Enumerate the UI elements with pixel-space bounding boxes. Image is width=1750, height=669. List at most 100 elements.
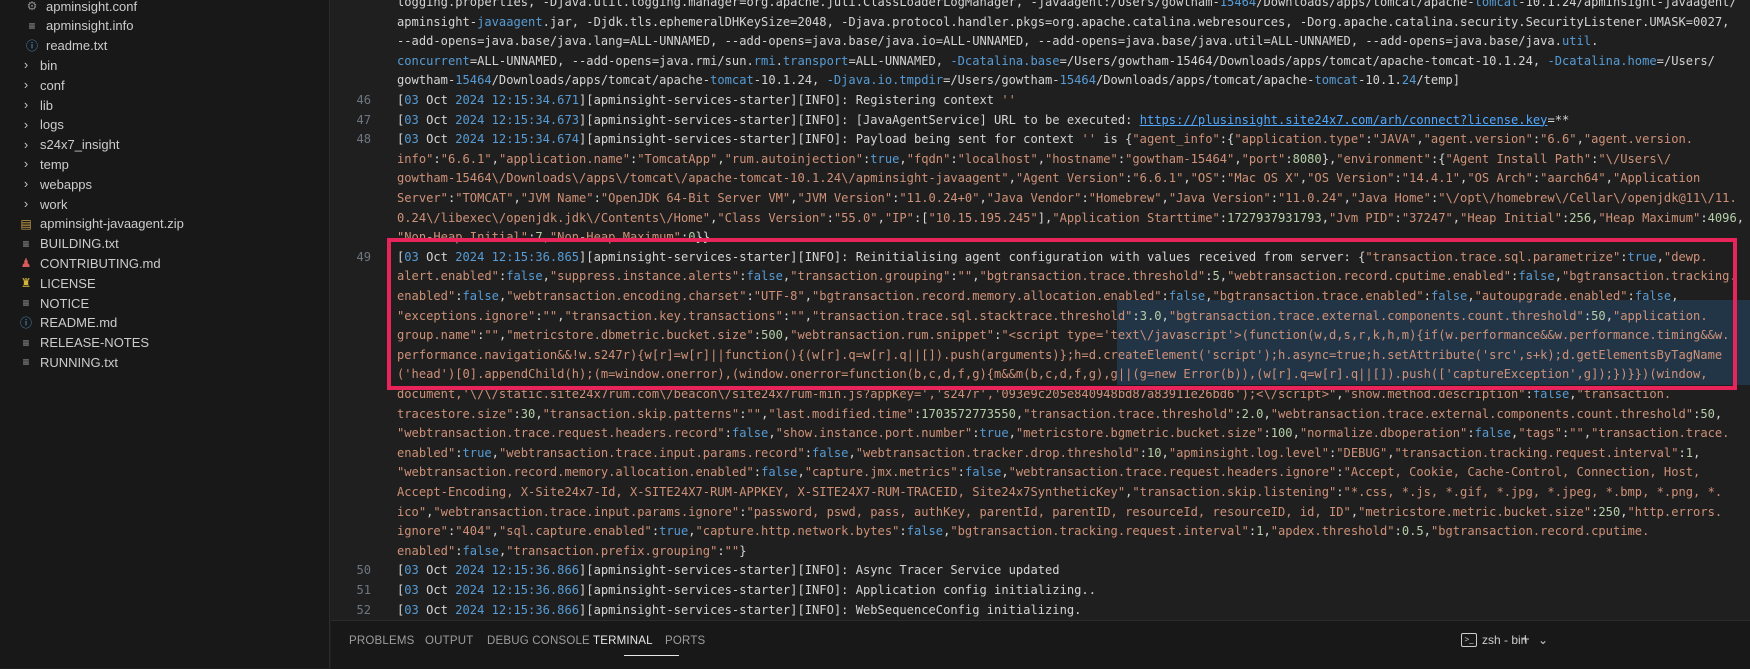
file-tree-item[interactable]: ⓘ readme.txt xyxy=(0,35,329,57)
editor-line: 49 [03 Oct 2024 12:15:36.865][apminsight-… xyxy=(331,248,1750,268)
file-tree-label: bin xyxy=(40,57,58,73)
file-tree-item[interactable]: › logs xyxy=(0,114,329,136)
editor-line: "Non-Heap Initial":7,"Non-Heap Maximum":… xyxy=(331,228,1750,248)
lines-icon: ≡ xyxy=(22,335,30,350)
panel-tab-debug-console[interactable]: DEBUG CONSOLE xyxy=(487,635,590,647)
info-icon: ⓘ xyxy=(19,315,32,330)
line-code: concurrent=ALL-UNNAMED, --add-opens=java… xyxy=(397,53,1715,68)
person-icon: ♟ xyxy=(20,256,32,271)
editor-line: document,'\/\/static.site24x7rum.com\/be… xyxy=(331,385,1750,405)
file-tree-item[interactable]: › bin xyxy=(0,54,329,76)
line-code: [03 Oct 2024 12:15:36.865][apminsight-se… xyxy=(397,249,1708,264)
file-tree-item[interactable]: ≡ apminsight.info xyxy=(0,15,329,37)
panel-tab-output[interactable]: OUTPUT xyxy=(425,635,473,647)
lines-icon: ≡ xyxy=(28,18,36,33)
lines-icon: ≡ xyxy=(22,236,30,251)
file-tree-label: apminsight.conf xyxy=(46,0,138,14)
chevron-right-icon: › xyxy=(23,156,29,172)
chevron-right-icon: › xyxy=(23,77,29,93)
file-tree-item[interactable]: ≡ RELEASE-NOTES xyxy=(0,332,329,354)
editor-line: ignore":"404","sql.capture.enabled":true… xyxy=(331,522,1750,542)
file-tree-item[interactable]: › work xyxy=(0,193,329,215)
file-tree-item[interactable]: › temp xyxy=(0,153,329,175)
line-code: [03 Oct 2024 12:15:36.866][apminsight-se… xyxy=(397,602,1082,617)
panel-tab-terminal[interactable]: TERMINAL xyxy=(593,635,653,647)
line-code: group.name":"","metricstore.dbmetric.buc… xyxy=(397,328,1730,343)
line-code: logging.properties, -Djava.util.logging.… xyxy=(397,0,1737,9)
editor-line: 46 [03 Oct 2024 12:15:34.671][apminsight-… xyxy=(331,91,1750,111)
editor-line: ico","webtransaction.trace.input.params.… xyxy=(331,503,1750,523)
line-number: 52 xyxy=(356,602,371,617)
panel-tab-problems[interactable]: PROBLEMS xyxy=(349,635,415,647)
panel-tab-ports[interactable]: PORTS xyxy=(665,635,705,647)
line-number: 46 xyxy=(356,93,371,107)
file-tree-label: NOTICE xyxy=(40,295,90,311)
line-code: alert.enabled":false,"suppress.instance.… xyxy=(397,269,1737,284)
line-code: gowtham-15464\/Downloads\/apps\/tomcat\/… xyxy=(397,171,1701,186)
info-icon: ⓘ xyxy=(25,38,38,53)
line-number: 51 xyxy=(356,583,371,597)
file-tree-label: RUNNING.txt xyxy=(40,354,118,370)
line-code: "exceptions.ignore":"","transaction.key.… xyxy=(397,308,1708,323)
file-tree-label: conf xyxy=(40,77,65,93)
file-tree-label: temp xyxy=(40,156,69,172)
editor-line: 50 [03 Oct 2024 12:15:36.866][apminsight-… xyxy=(331,561,1750,581)
terminal-icon: >_ xyxy=(1461,633,1477,647)
active-tab-underline xyxy=(624,655,679,656)
zip-icon: ▤ xyxy=(20,216,32,231)
line-code: ignore":"404","sql.capture.enabled":true… xyxy=(397,524,1650,539)
line-number: 50 xyxy=(356,563,371,578)
line-code: enabled":false,"transaction.prefix.group… xyxy=(397,543,747,558)
file-tree-label: s24x7_insight xyxy=(40,137,120,153)
file-tree-label: RELEASE-NOTES xyxy=(40,335,150,351)
editor-line: alert.enabled":false,"suppress.instance.… xyxy=(331,267,1750,287)
file-tree-item[interactable]: › webapps xyxy=(0,173,329,195)
file-tree-item[interactable]: ▤ apminsight-javaagent.zip xyxy=(0,213,329,235)
line-code: document,'\/\/static.site24x7rum.com\/be… xyxy=(397,387,1672,401)
editor-line: 51 [03 Oct 2024 12:15:36.866][apminsight-… xyxy=(331,581,1750,601)
editor-line: Server":"TOMCAT","JVM Name":"OpenJDK 64-… xyxy=(331,189,1750,209)
line-code: apminsight-javaagent.jar, -Djdk.tls.ephe… xyxy=(397,14,1730,29)
line-code: "webtransaction.record.memory.allocation… xyxy=(397,465,1701,480)
editor-line: --add-opens=java.base/java.lang=ALL-UNNA… xyxy=(331,32,1750,52)
terminal-selector[interactable]: >_ zsh - bin xyxy=(1461,633,1527,647)
file-tree-item[interactable]: ≡ RUNNING.txt xyxy=(0,351,329,373)
file-tree-label: README.md xyxy=(40,315,118,331)
terminal-dropdown-icon[interactable]: ⌄ xyxy=(1538,633,1548,647)
editor-line: gowtham-15464/Downloads/apps/tomcat/apac… xyxy=(331,71,1750,91)
file-tree-label: webapps xyxy=(40,176,93,192)
line-code: enabled":false,"webtransaction.encoding.… xyxy=(397,289,1679,303)
file-tree-label: BUILDING.txt xyxy=(40,236,119,252)
editor-line: concurrent=ALL-UNNAMED, --add-opens=java… xyxy=(331,52,1750,72)
line-code: "webtransaction.trace.request.headers.re… xyxy=(397,426,1730,441)
editor-line: 0.24\/libexec\/openjdk.jdk\/Contents\/Ho… xyxy=(331,209,1750,229)
editor-line: gowtham-15464\/Downloads\/apps\/tomcat\/… xyxy=(331,169,1750,189)
add-terminal-icon[interactable]: + xyxy=(1521,631,1530,648)
line-code: tracestore.size":30,"transaction.skip.pa… xyxy=(397,406,1723,421)
line-code: "Non-Heap Initial":7,"Non-Heap Maximum":… xyxy=(397,230,711,245)
file-tree-label: logs xyxy=(40,117,64,133)
log-editor[interactable]: logging.properties, -Djava.util.logging.… xyxy=(331,0,1750,620)
line-number: 48 xyxy=(356,132,371,147)
editor-line: performance.navigation&&!w.s247r){w[r]=w… xyxy=(331,346,1750,366)
file-tree-item[interactable]: ♜ LICENSE xyxy=(0,272,329,294)
file-tree-item[interactable]: ≡ NOTICE xyxy=(0,292,329,314)
file-tree-label: apminsight-javaagent.zip xyxy=(40,216,184,232)
editor-line: logging.properties, -Djava.util.logging.… xyxy=(331,0,1750,13)
file-tree-item[interactable]: ⓘ README.md xyxy=(0,312,329,334)
explorer-sidebar: ⚙ apminsight.conf ≡ apminsight.info ⓘ readme.… xyxy=(0,0,330,668)
file-tree-item[interactable]: › lib xyxy=(0,94,329,116)
line-code: ico","webtransaction.trace.input.params.… xyxy=(397,504,1723,519)
file-tree-item[interactable]: › s24x7_insight xyxy=(0,134,329,156)
file-tree-item[interactable]: › conf xyxy=(0,74,329,96)
file-tree-item[interactable]: ≡ BUILDING.txt xyxy=(0,233,329,255)
editor-line: 48 [03 Oct 2024 12:15:34.674][apminsight-… xyxy=(331,130,1750,150)
file-tree-item[interactable]: ♟ CONTRIBUTING.md xyxy=(0,252,329,274)
line-number: 49 xyxy=(356,249,371,264)
file-tree-label: apminsight.info xyxy=(46,18,134,34)
line-code: performance.navigation&&!w.s247r){w[r]=w… xyxy=(397,347,1723,362)
line-code: [03 Oct 2024 12:15:36.866][apminsight-se… xyxy=(397,583,1096,597)
line-code: info":"6.6.1","application.name":"Tomcat… xyxy=(397,151,1672,166)
editor-line: "webtransaction.trace.request.headers.re… xyxy=(331,424,1750,444)
editor-line: 52 [03 Oct 2024 12:15:36.866][apminsight-… xyxy=(331,601,1750,620)
